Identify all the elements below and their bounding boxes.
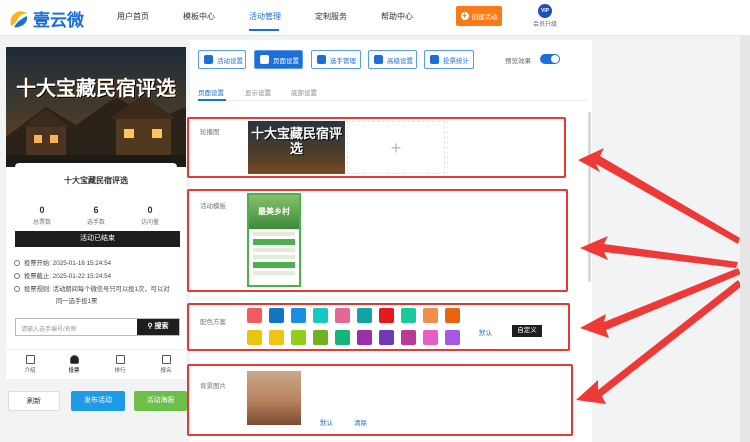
brand-name: 壹云微 [33, 11, 84, 31]
subtab-page-settings[interactable]: 页面设置 [198, 87, 224, 97]
tab-signup-label: 报名 [160, 368, 172, 374]
vip-badge-icon: VIP [538, 4, 552, 18]
preview-toggle[interactable] [540, 54, 560, 64]
annotation-box-background [187, 364, 573, 436]
signup-icon [161, 355, 171, 364]
vote-end-text: 投票截止: 2025-01-22 15:24:54 [24, 273, 112, 280]
window-scrollbar[interactable] [740, 36, 750, 442]
subtab-active-indicator [198, 99, 226, 101]
vote-rule-text: 投票规则: 活动期间每个微信号只可以投1次，可以对 [24, 286, 170, 293]
tab-page-settings[interactable]: 页面设置 [254, 50, 303, 69]
settings-icon [204, 55, 213, 64]
clock-icon [14, 260, 20, 266]
clock-icon [14, 273, 20, 279]
stat-value: 0 [39, 205, 45, 215]
tab-vote-statistics[interactable]: 投票统计 [424, 50, 474, 69]
stat-label: 选手数 [86, 220, 105, 226]
vote-rule-row-2: 同一选手投1票 [56, 297, 97, 307]
search-button-label: 搜索 [154, 323, 169, 330]
create-activity-button[interactable]: + 创建活动 [456, 6, 502, 26]
tab-label: 活动设置 [217, 57, 243, 65]
create-activity-label: 创建活动 [471, 14, 498, 21]
stat-value: 6 [93, 205, 99, 215]
arrow-icon [576, 280, 742, 404]
vote-rule-text-2: 同一选手投1票 [56, 298, 98, 305]
contestant-search: 请输入选手编号/名称 ⚲ 搜索 [15, 318, 180, 336]
intro-icon [25, 355, 35, 364]
arrow-icon [578, 148, 740, 244]
arrow-icon [580, 268, 741, 338]
vip-upgrade[interactable]: VIP 会员升级 [530, 4, 560, 28]
annotation-box-colors [187, 303, 570, 351]
nav-template-center[interactable]: 模板中心 [183, 11, 215, 22]
vote-rule-row: 投票规则: 活动期间每个微信号只可以投1次，可以对 [14, 285, 170, 295]
refresh-button[interactable]: 刷新 [8, 391, 60, 411]
cover-banner: 十大宝藏民宿评选 [6, 47, 186, 167]
activity-ended-banner: 活动已结束 [15, 231, 180, 247]
nav-help-center[interactable]: 帮助中心 [381, 11, 413, 22]
stat-total-votes: 0 总票数 [15, 205, 69, 226]
mobile-preview: 十大宝藏民宿评选 十大宝藏民宿评选 0 总票数 6 选手数 0 访问量 活动已结… [6, 47, 186, 379]
scrollbar[interactable] [588, 112, 591, 282]
tab-ranking[interactable]: 排行 [102, 355, 138, 374]
search-button[interactable]: ⚲ 搜索 [137, 319, 179, 335]
divider [198, 100, 588, 101]
ranking-icon [115, 355, 125, 364]
poster-button[interactable]: 活动海报 [134, 391, 187, 411]
tab-label: 投票统计 [443, 57, 469, 65]
tab-vote[interactable]: 投票 [56, 355, 92, 374]
nav-user-home[interactable]: 用户首页 [117, 11, 149, 22]
tab-contestant-management[interactable]: 选手管理 [311, 50, 361, 69]
cover-scenery [6, 95, 186, 167]
advanced-icon [374, 55, 383, 64]
tab-intro[interactable]: 介绍 [12, 355, 48, 374]
arrow-icon [580, 236, 738, 268]
top-navbar: 壹云微 用户首页 模板中心 活动管理 定制服务 帮助中心 + 创建活动 VIP … [0, 0, 750, 36]
tab-advanced-settings[interactable]: 高级设置 [368, 50, 417, 69]
page-icon [260, 55, 269, 64]
subtab-footer-settings[interactable]: 底部设置 [291, 87, 317, 97]
vip-upgrade-label: 会员升级 [532, 22, 557, 28]
plus-icon: + [460, 11, 469, 20]
activity-title: 十大宝藏民宿评选 [64, 176, 128, 185]
tab-vote-label: 投票 [68, 368, 80, 374]
user-icon [69, 355, 79, 364]
nav-custom-service[interactable]: 定制服务 [315, 11, 347, 22]
cover-title: 十大宝藏民宿评选 [16, 76, 176, 100]
stat-value: 0 [147, 205, 153, 215]
vote-start-row: 投票开始: 2025-01-16 15:24:54 [14, 259, 111, 269]
tab-signup[interactable]: 报名 [148, 355, 184, 374]
stat-label: 总票数 [32, 220, 51, 226]
tab-activity-settings[interactable]: 活动设置 [198, 50, 246, 69]
annotation-box-carousel [187, 117, 566, 178]
vote-end-row: 投票截止: 2025-01-22 15:24:54 [14, 272, 111, 282]
info-icon [14, 286, 20, 292]
search-icon: ⚲ [147, 323, 155, 330]
users-icon [317, 55, 326, 64]
nav-active-indicator [249, 29, 279, 31]
tab-label: 页面设置 [273, 57, 299, 65]
tab-label: 高级设置 [387, 57, 413, 65]
preview-toggle-label: 预览效果 [505, 58, 531, 65]
vote-start-text: 投票开始: 2025-01-16 15:24:54 [24, 260, 112, 267]
brand-logo-icon [8, 8, 30, 30]
stat-visits: 0 访问量 [123, 205, 177, 226]
nav-activity-management[interactable]: 活动管理 [249, 11, 281, 22]
publish-button[interactable]: 发布活动 [71, 391, 125, 411]
stat-contestants: 6 选手数 [69, 205, 123, 226]
mobile-tabbar: 介绍 投票 排行 报名 [6, 349, 186, 379]
subtab-display-settings[interactable]: 显示设置 [245, 87, 271, 97]
stat-label: 访问量 [140, 220, 159, 226]
search-input[interactable]: 请输入选手编号/名称 [21, 324, 77, 333]
annotation-box-template [187, 189, 568, 292]
chart-icon [430, 55, 439, 64]
brand-logo[interactable]: 壹云微 [8, 6, 84, 31]
tab-intro-label: 介绍 [24, 368, 36, 374]
tab-label: 选手管理 [330, 57, 356, 65]
tab-ranking-label: 排行 [114, 368, 126, 374]
